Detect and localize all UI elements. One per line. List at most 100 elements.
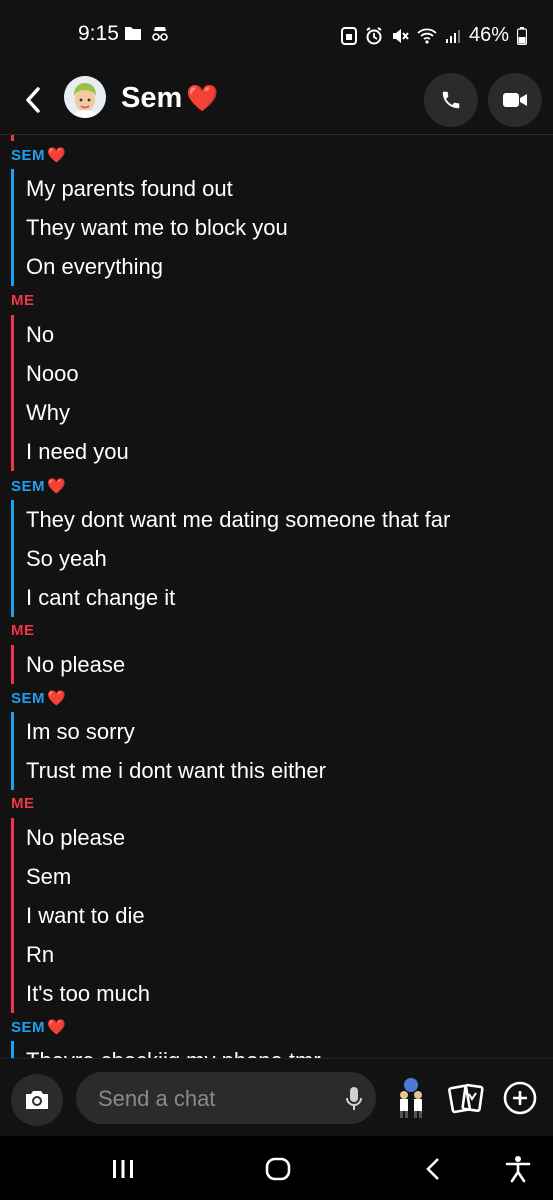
stickers-icon: [448, 1083, 484, 1114]
plus-circle-icon: [503, 1081, 537, 1115]
message-bar: [11, 539, 14, 578]
bitmoji-icon: [400, 1078, 422, 1118]
call-button[interactable]: [424, 73, 478, 127]
home-icon: [265, 1157, 291, 1181]
sender-name: ME: [11, 795, 35, 812]
message-bar: [11, 935, 14, 974]
message-text: I cant change it: [26, 585, 176, 610]
microphone-icon[interactable]: [344, 1086, 364, 1112]
accessibility-button[interactable]: [503, 1154, 533, 1184]
message-bar: [11, 315, 14, 354]
home-button[interactable]: [263, 1154, 293, 1184]
sender-label-me: ME: [11, 795, 35, 812]
contact-emoji: ❤️: [186, 83, 219, 113]
message[interactable]: It's too much: [11, 974, 541, 1013]
message-text: It's too much: [26, 981, 151, 1006]
message[interactable]: No: [11, 315, 541, 354]
message-text: Sem: [26, 864, 72, 889]
battery-percent: 46%: [468, 24, 509, 46]
message[interactable]: I want to die: [11, 896, 541, 935]
sender-name: SEM: [11, 689, 46, 707]
gallery-notification-icon: [125, 27, 141, 40]
message-text: Why: [26, 400, 70, 425]
message-text: No please: [26, 825, 126, 850]
message[interactable]: They want me to block you: [11, 208, 541, 247]
message[interactable]: Theyre checkiig my phone tmr: [11, 1041, 541, 1058]
system-nav-bar: [0, 1136, 553, 1200]
avatar[interactable]: [64, 76, 106, 118]
message[interactable]: So yeah: [11, 539, 541, 578]
message[interactable]: They dont want me dating someone that fa…: [11, 500, 541, 539]
message[interactable]: On everything: [11, 247, 541, 286]
message-text: I need you: [26, 439, 129, 464]
status-right-icons: 46%: [340, 24, 527, 47]
wifi-icon: [417, 28, 437, 44]
message-bar: [11, 818, 14, 857]
chat-input-container: [76, 1072, 376, 1126]
message-bar: [11, 208, 14, 247]
sender-label-me: ME: [11, 622, 35, 639]
message[interactable]: No please: [11, 818, 541, 857]
message-bar: [11, 751, 14, 790]
chat-header: Sem ❤️: [0, 68, 553, 135]
message-bar: [11, 393, 14, 432]
message[interactable]: Rn: [11, 935, 541, 974]
status-left-icons: [124, 25, 170, 41]
camera-button[interactable]: [11, 1074, 63, 1126]
message-text: They dont want me dating someone that fa…: [26, 507, 451, 532]
message[interactable]: Trust me i dont want this either: [11, 751, 541, 790]
message-text: Im so sorry: [26, 719, 135, 744]
message-bar: [11, 645, 14, 684]
message-bar: [11, 857, 14, 896]
incognito-icon: [152, 27, 168, 41]
message-text: Theyre checkiig my phone tmr: [26, 1048, 321, 1058]
message-text: No: [26, 322, 55, 347]
sender-label-sem: SEM ❤️: [11, 1018, 66, 1037]
stickers-button[interactable]: [448, 1081, 486, 1117]
more-options-button[interactable]: [503, 1081, 537, 1115]
message-text: On everything: [26, 254, 163, 279]
message-text: No please: [26, 652, 126, 677]
chat-screen: 9:15 46% Sem ❤️ SEM ❤️ My parents found …: [0, 0, 553, 1200]
sender-label-sem: SEM ❤️: [11, 689, 67, 708]
message[interactable]: Why: [11, 393, 541, 432]
contact-name-text: Sem: [121, 82, 183, 114]
message[interactable]: Im so sorry: [11, 712, 541, 751]
phone-icon: [442, 91, 460, 109]
sender-name: SEM: [11, 477, 46, 495]
sender-name: ME: [11, 622, 35, 639]
message[interactable]: No please: [11, 645, 541, 684]
sender-name: ME: [11, 292, 35, 309]
bitmoji-button[interactable]: [392, 1077, 430, 1119]
message-text: My parents found out: [26, 176, 233, 201]
sender-label-sem: SEM ❤️: [11, 146, 67, 165]
message-bar: [11, 247, 14, 286]
message-text: They want me to block you: [26, 215, 288, 240]
chat-input[interactable]: [96, 1072, 330, 1126]
system-back-button[interactable]: [418, 1154, 448, 1184]
message[interactable]: I need you: [11, 432, 541, 471]
recent-apps-button[interactable]: [108, 1154, 138, 1184]
heart-emoji: ❤️: [47, 147, 67, 164]
sender-name: SEM: [11, 1018, 46, 1036]
video-call-button[interactable]: [488, 73, 542, 127]
status-time: 9:15: [78, 22, 119, 45]
message-bar: [11, 896, 14, 935]
status-bar: 9:15 46%: [0, 0, 553, 68]
message-text: So yeah: [26, 546, 107, 571]
heart-emoji: ❤️: [47, 690, 67, 707]
message-text: Nooo: [26, 361, 79, 386]
back-button[interactable]: [18, 82, 48, 118]
message[interactable]: Sem: [11, 857, 541, 896]
message-bar: [11, 432, 14, 471]
message[interactable]: My parents found out: [11, 169, 541, 208]
contact-name[interactable]: Sem ❤️: [121, 82, 219, 115]
message-bar: [11, 169, 14, 208]
lock-screen-icon: [340, 26, 357, 45]
message[interactable]: Nooo: [11, 354, 541, 393]
camera-icon: [26, 1091, 48, 1109]
battery-icon: [517, 26, 527, 45]
chat-transcript[interactable]: SEM ❤️ My parents found out They want me …: [0, 135, 553, 1058]
sender-label-sem: SEM ❤️: [11, 477, 66, 496]
message[interactable]: I cant change it: [11, 578, 541, 617]
